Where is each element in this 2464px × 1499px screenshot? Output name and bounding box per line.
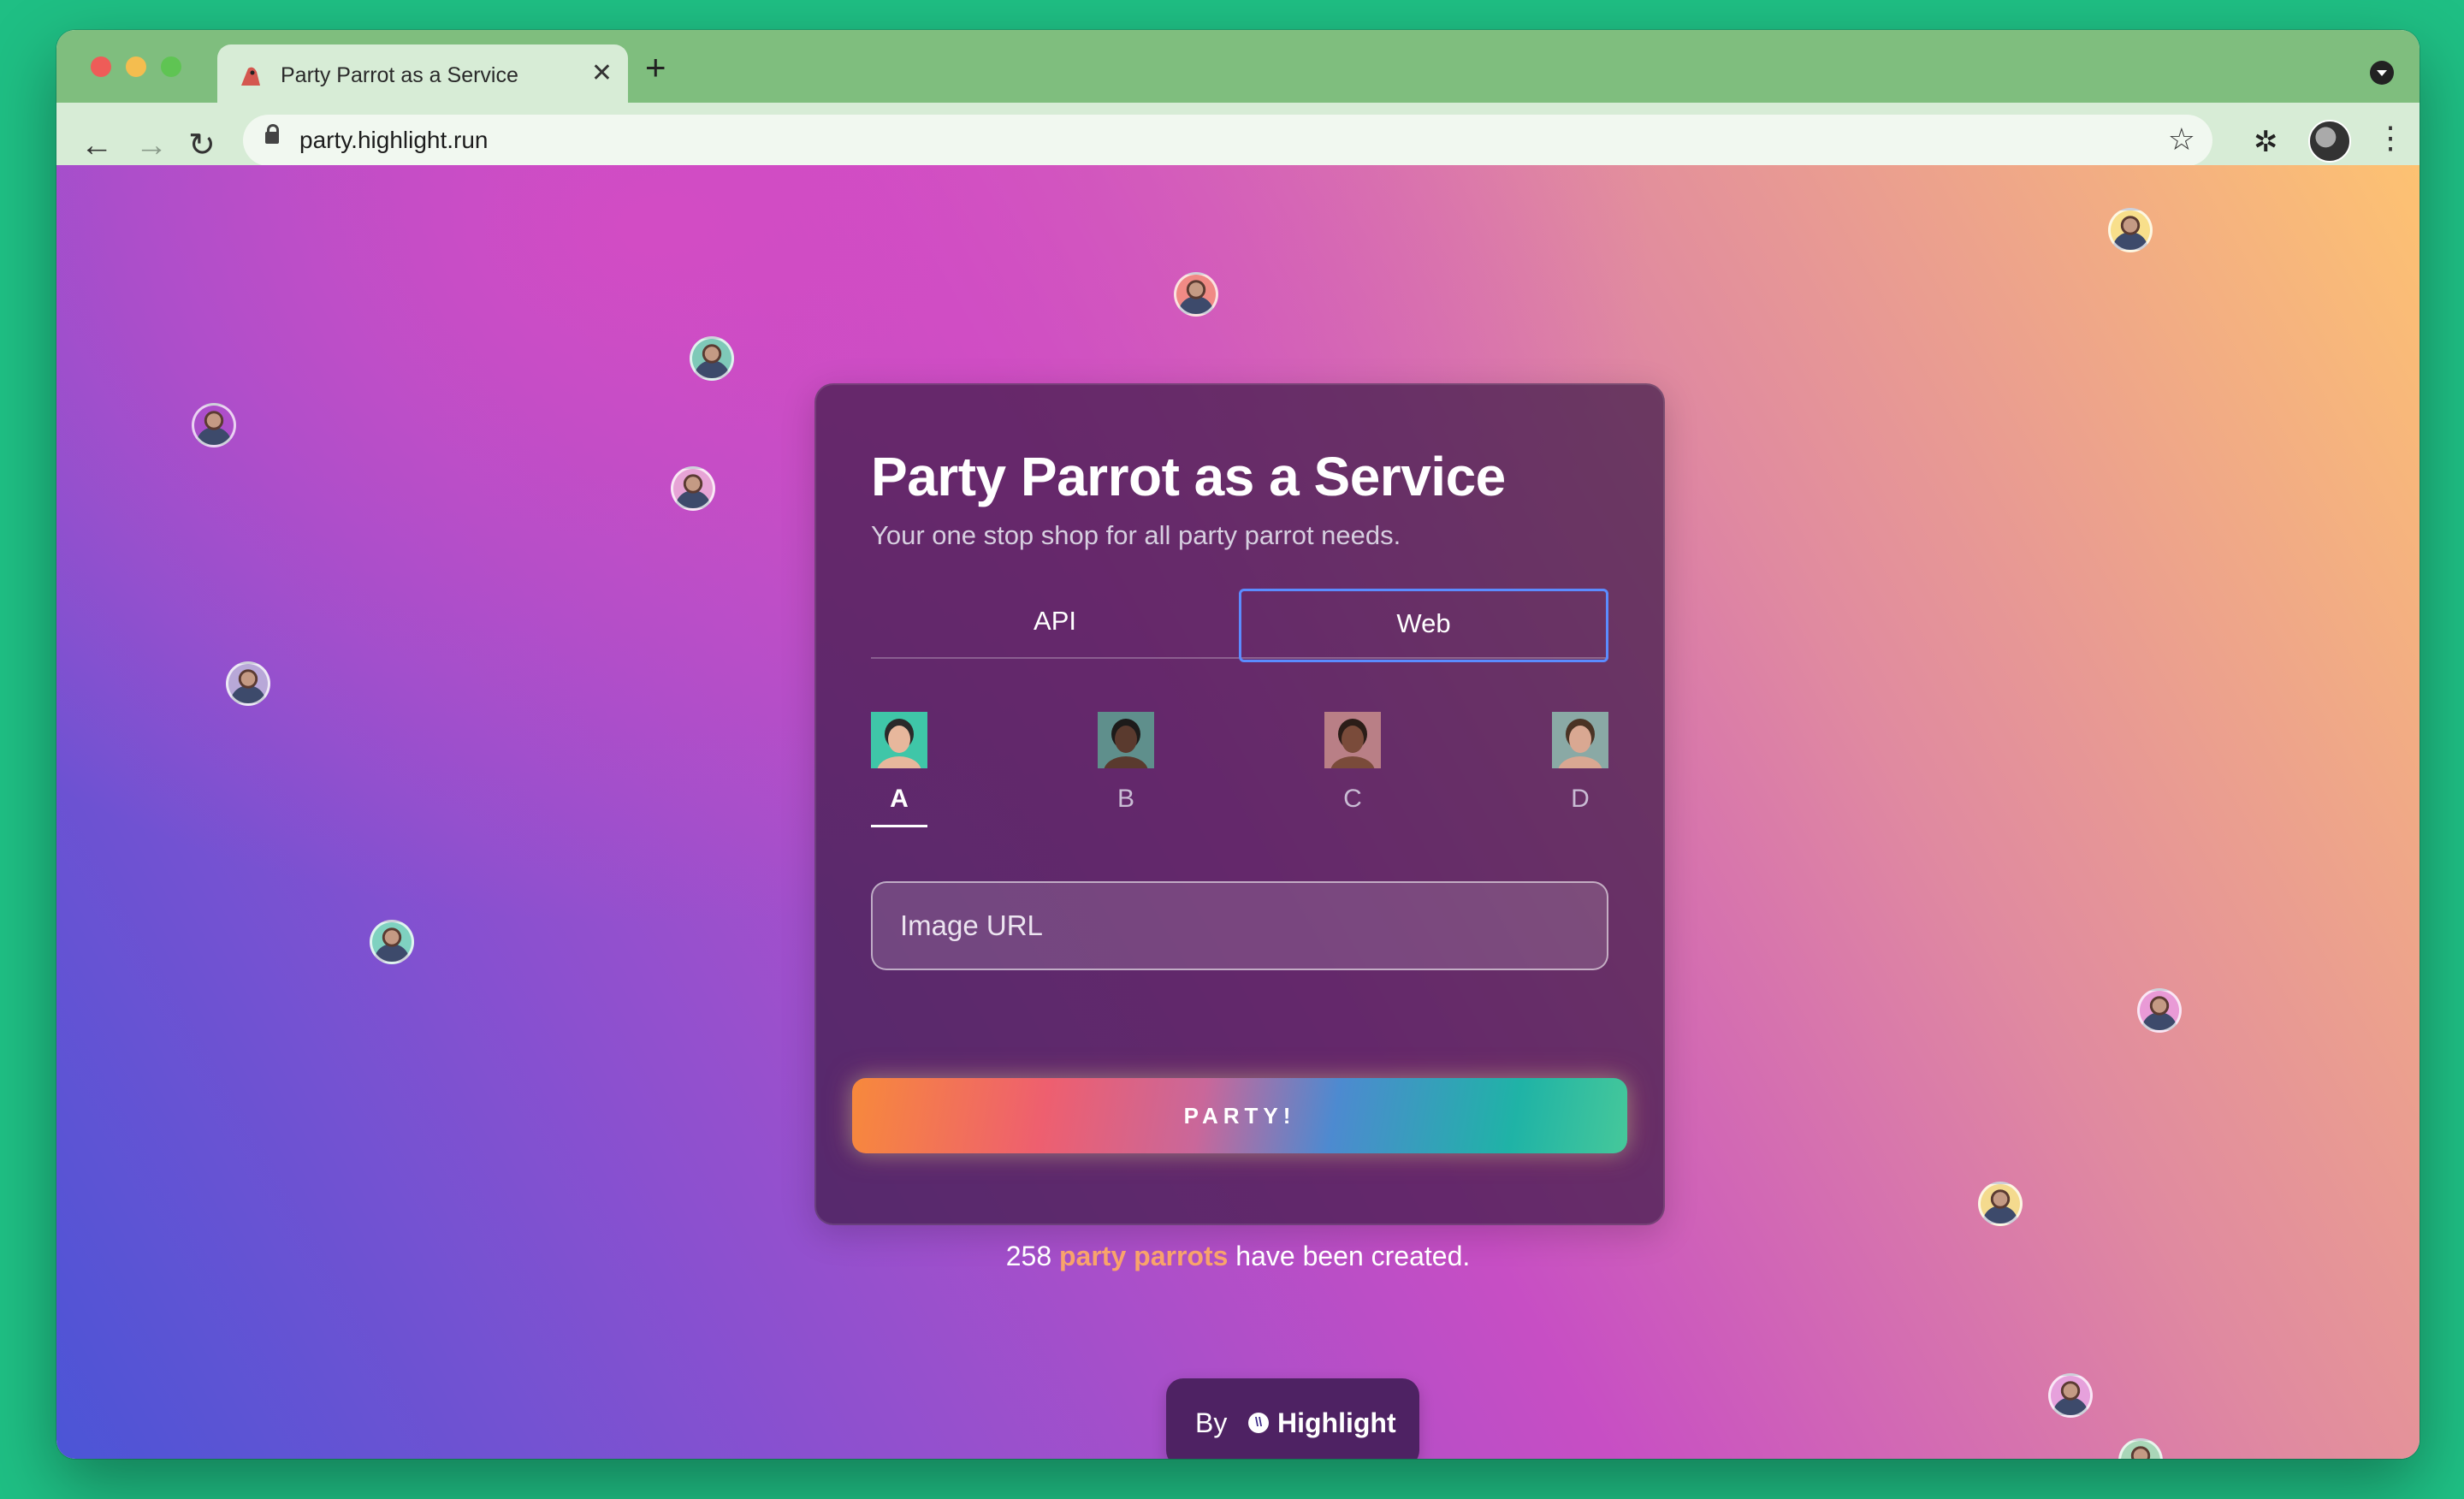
floating-avatar [2048, 1373, 2093, 1418]
browser-tab[interactable]: Party Parrot as a Service ✕ [217, 44, 628, 103]
floating-avatar [2108, 208, 2153, 252]
party-parrot-favicon-icon [241, 67, 260, 86]
byline-prefix: By [1195, 1407, 1228, 1438]
face-option-label: D [1571, 785, 1590, 813]
back-arrow-icon[interactable]: ← [80, 128, 113, 163]
floating-avatar [370, 920, 414, 964]
floating-avatar [1174, 272, 1218, 317]
face-option-label: C [1343, 785, 1362, 813]
party-parrot-card: Party Parrot as a Service Your one stop … [814, 383, 1665, 1225]
face-portrait-icon [1324, 712, 1381, 787]
face-portrait-icon [1098, 712, 1154, 787]
face-option-a[interactable]: A [871, 712, 927, 827]
highlight-logo-icon: \\ [1248, 1413, 1269, 1433]
address-bar[interactable]: party.highlight.run ☆ [243, 115, 2212, 166]
face-option-b[interactable]: B [1098, 712, 1154, 814]
highlight-byline[interactable]: By \\ Highlight [1166, 1378, 1419, 1459]
face-portrait-icon [871, 712, 927, 787]
face-option-c[interactable]: C [1324, 712, 1381, 814]
mode-tabs: API Web [871, 589, 1608, 671]
image-url-input[interactable] [871, 881, 1608, 970]
face-option-label: B [1116, 785, 1134, 813]
counter-count: 258 [1005, 1241, 1052, 1271]
extensions-puzzle-icon[interactable]: ✲ [2254, 125, 2278, 159]
byline-brand: Highlight [1277, 1407, 1396, 1438]
face-portrait-icon [1552, 712, 1608, 787]
page-content: Party Parrot as a Service Your one stop … [56, 165, 2420, 1459]
counter-highlight: party parrots [1059, 1241, 1229, 1271]
floating-avatar [690, 336, 734, 381]
tab-strip: Party Parrot as a Service ✕ + [56, 30, 2420, 103]
floating-avatar [1978, 1182, 2023, 1226]
new-tab-button[interactable]: + [645, 50, 666, 86]
address-url[interactable]: party.highlight.run [299, 127, 489, 154]
tab-search-icon[interactable] [2370, 61, 2394, 85]
face-option-label: A [890, 785, 909, 813]
page-subtitle: Your one stop shop for all party parrot … [871, 520, 1401, 550]
profile-avatar[interactable] [2308, 120, 2351, 163]
tab-web[interactable]: Web [1239, 589, 1608, 662]
tab-api[interactable]: API [871, 589, 1239, 659]
zoom-window-button[interactable] [161, 56, 181, 77]
reload-icon[interactable]: ↻ [188, 128, 216, 163]
forward-arrow-icon[interactable]: → [135, 128, 168, 163]
face-option-d[interactable]: D [1552, 712, 1608, 814]
party-button[interactable]: PARTY! [852, 1078, 1627, 1153]
parrot-counter: 258 party parrots have been created. [56, 1241, 2420, 1272]
tab-close-icon[interactable]: ✕ [591, 58, 613, 89]
floating-avatar [2137, 988, 2182, 1033]
floating-avatar [226, 661, 270, 706]
floating-avatar [192, 403, 236, 447]
floating-avatar [671, 466, 715, 511]
face-picker: A B C D [871, 712, 1608, 832]
tab-title: Party Parrot as a Service [281, 63, 518, 87]
page-title: Party Parrot as a Service [871, 446, 1506, 507]
close-window-button[interactable] [91, 56, 111, 77]
lock-icon [265, 124, 279, 144]
browser-window: Party Parrot as a Service ✕ + ← → ↻ part… [56, 30, 2420, 1459]
minimize-window-button[interactable] [126, 56, 146, 77]
browser-menu-icon[interactable]: ⋮ [2375, 120, 2406, 156]
counter-suffix: have been created. [1235, 1241, 1471, 1271]
floating-avatar [2118, 1438, 2163, 1459]
bookmark-star-icon[interactable]: ☆ [2168, 121, 2195, 157]
